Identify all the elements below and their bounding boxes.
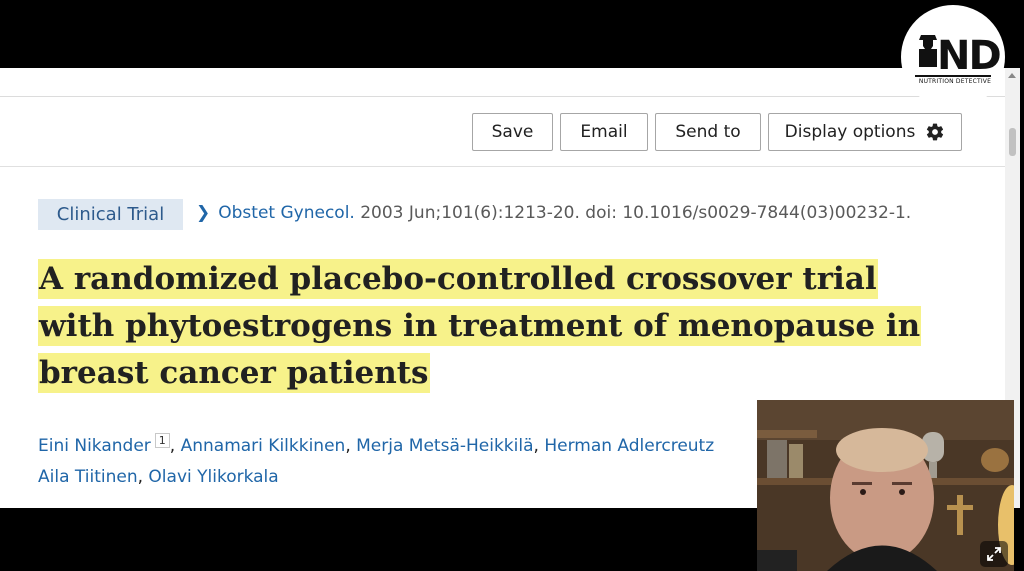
author-link[interactable]: Aila Tiitinen — [38, 467, 138, 487]
logo-caption: NUTRITION DETECTIVE — [918, 78, 992, 85]
gear-icon — [925, 122, 945, 142]
logo-letters: ND — [937, 33, 1002, 79]
title-line: A randomized placebo-controlled crossove… — [38, 259, 878, 299]
webcam-overlay[interactable] — [757, 400, 1014, 571]
article-type-badge: Clinical Trial — [38, 199, 183, 230]
author-link[interactable]: Eini Nikander — [38, 436, 151, 456]
author-list: Eini Nikander 1, Annamari Kilkkinen, Merj… — [38, 433, 715, 487]
title-line: with phytoestrogens in treatment of meno… — [38, 306, 922, 346]
scroll-up-arrow-icon[interactable] — [1008, 73, 1016, 78]
display-options-label: Display options — [784, 122, 916, 142]
email-button[interactable]: Email — [560, 113, 648, 151]
toolbar-divider — [0, 166, 1005, 167]
nutrition-detective-logo: ND NUTRITION DETECTIVE — [901, 5, 1005, 109]
author-link[interactable]: Olavi Ylikorkala — [148, 467, 278, 487]
article-title: A randomized placebo-controlled crossove… — [38, 256, 938, 397]
title-line: breast cancer patients — [38, 353, 430, 393]
detective-silhouette-icon — [919, 35, 937, 67]
save-button[interactable]: Save — [472, 113, 553, 151]
citation-details: 2003 Jun;101(6):1213-20. doi: 10.1016/s0… — [360, 203, 912, 223]
citation: ❯ Obstet Gynecol. 2003 Jun;101(6):1213-20… — [196, 203, 911, 223]
send-to-button[interactable]: Send to — [655, 113, 761, 151]
scroll-thumb[interactable] — [1009, 128, 1016, 156]
author-link[interactable]: Merja Metsä-Heikkilä — [356, 436, 533, 456]
author-link[interactable]: Herman Adlercreutz — [544, 436, 714, 456]
article-toolbar: Save Email Send to Display options — [0, 113, 1005, 153]
webcam-image — [757, 400, 1014, 571]
expand-icon[interactable] — [980, 541, 1008, 567]
logo-underline — [915, 75, 991, 77]
display-options-button[interactable]: Display options — [768, 113, 962, 151]
author-link[interactable]: Annamari Kilkkinen — [181, 436, 346, 456]
affiliation-marker[interactable]: 1 — [154, 433, 170, 448]
chevron-right-icon: ❯ — [196, 203, 211, 223]
top-divider — [0, 96, 1005, 97]
journal-link[interactable]: Obstet Gynecol. — [218, 203, 355, 223]
